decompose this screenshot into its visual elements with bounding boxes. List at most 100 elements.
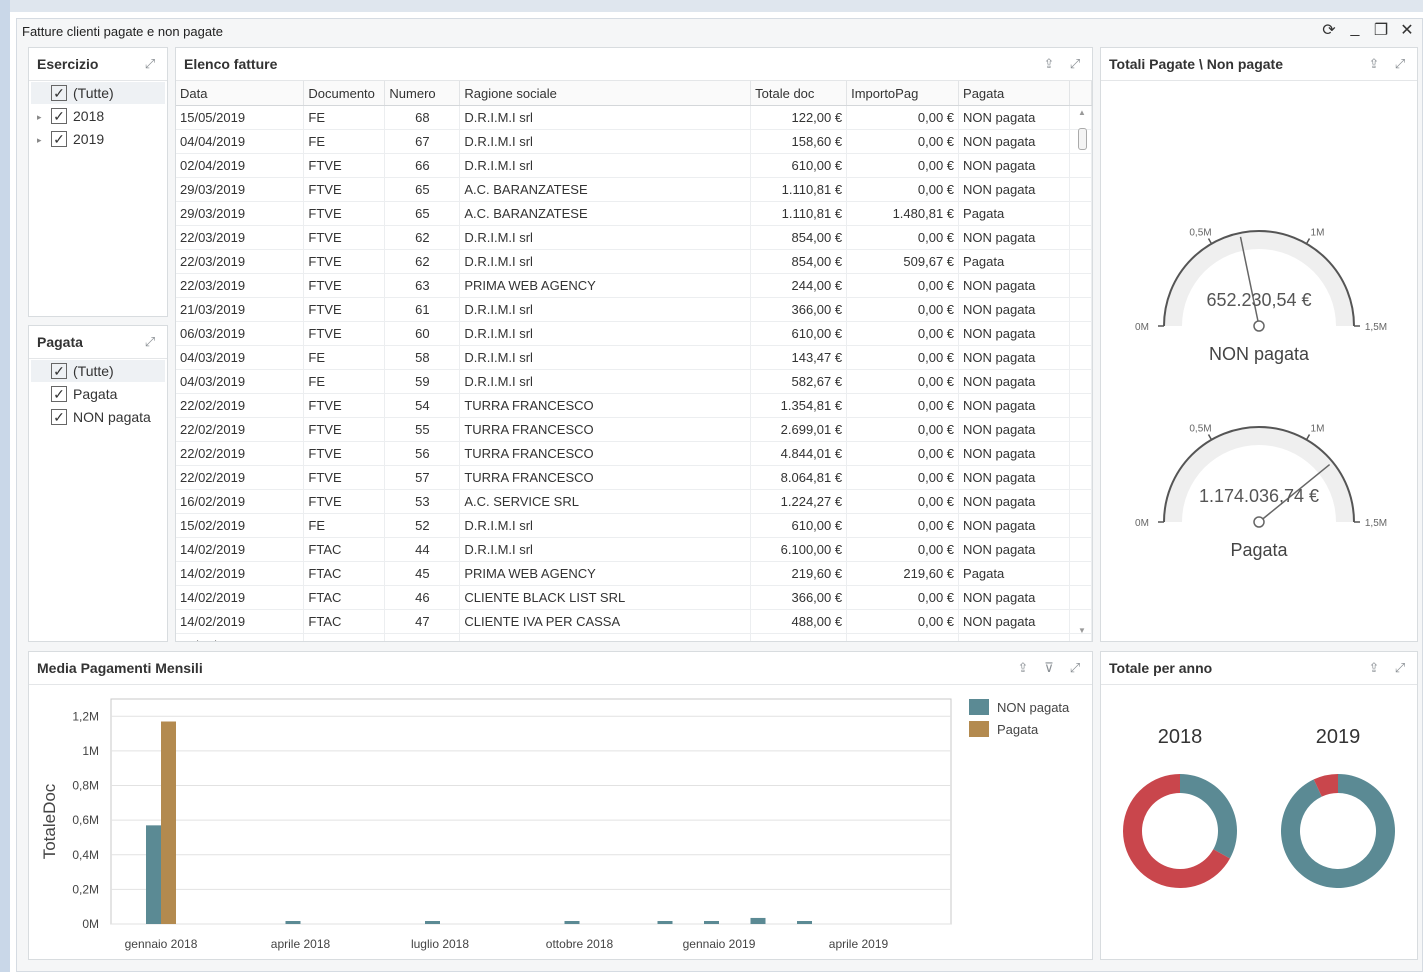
table-row[interactable]: 02/04/2019 FTVE 66 D.R.I.M.I srl 610,00 €0,0… (176, 153, 1092, 178)
bar-pagata[interactable] (161, 721, 176, 925)
checkbox[interactable]: ✓ (51, 108, 67, 124)
scroll-down-icon[interactable]: ▼ (1078, 626, 1086, 635)
table-cell: FTVE (303, 225, 386, 250)
gauge-band (1164, 427, 1354, 522)
table-row[interactable]: 14/02/2019 FTAC 45 PRIMA WEB AGENCY 219,60 €… (176, 561, 1092, 586)
table-row[interactable]: 22/03/2019 FTVE 63 PRIMA WEB AGENCY 244,00 €… (176, 273, 1092, 298)
table-row[interactable]: 04/04/2019 FE 67 D.R.I.M.I srl 158,60 €0,00 … (176, 129, 1092, 154)
maximize-icon[interactable]: ⤢ (1391, 55, 1409, 73)
bar-non-pagata[interactable] (704, 921, 719, 924)
expand-arrow-icon[interactable]: ▸ (37, 135, 42, 146)
column-header[interactable]: Ragione sociale (459, 81, 752, 106)
column-header[interactable]: Totale doc (750, 81, 848, 106)
table-cell: 1.110,81 € (750, 177, 848, 202)
gauge-tick-label: 0M (1135, 518, 1149, 529)
table-row[interactable]: 29/03/2019 FTVE 65 A.C. BARANZATESE 1.110,81… (176, 201, 1092, 226)
table-cell: 65 (384, 201, 461, 226)
checkbox[interactable]: ✓ (51, 409, 67, 425)
table-row[interactable]: 04/03/2019 FE 58 D.R.I.M.I srl 143,47 €0,00 … (176, 345, 1092, 370)
table-row[interactable]: 14/02/2019FTAC48CLIENTE IVA PER CASSA400… (176, 633, 1092, 641)
bar-non-pagata[interactable] (285, 921, 301, 924)
panel-header: Totali Pagate \ Non pagate ⇪ ⤢ (1101, 48, 1417, 81)
panel-header: Elenco fatture ⇪ ⤢ (176, 48, 1092, 81)
column-header[interactable]: Pagata (958, 81, 1070, 106)
table-row[interactable]: 29/03/2019 FTVE 65 A.C. BARANZATESE 1.110,81… (176, 177, 1092, 202)
table-cell: 6.100,00 € (750, 537, 848, 562)
table-row[interactable]: 22/03/2019 FTVE 62 D.R.I.M.I srl 854,00 €509… (176, 249, 1092, 274)
table-row[interactable]: 14/02/2019 FTAC 44 D.R.I.M.I srl 6.100,00 €0… (176, 537, 1092, 562)
scroll-up-icon[interactable]: ▲ (1078, 108, 1086, 117)
export-icon[interactable]: ⇪ (1365, 659, 1383, 677)
maximize-icon[interactable]: ⤢ (1391, 659, 1409, 677)
bar-non-pagata[interactable] (797, 921, 812, 924)
export-icon[interactable]: ⇪ (1040, 55, 1058, 73)
table-cell: NON pagata (958, 321, 1070, 346)
bar-non-pagata[interactable] (146, 825, 161, 924)
table-cell: 0,00 € (846, 225, 960, 250)
minimize-icon[interactable]: _ (1347, 20, 1363, 40)
bar-non-pagata[interactable] (750, 917, 766, 924)
table-cell: NON pagata (958, 369, 1070, 394)
filter-item-tutte[interactable]: ✓ (Tutte) (51, 85, 114, 101)
checkbox[interactable]: ✓ (51, 386, 67, 402)
table-row[interactable]: 22/03/2019 FTVE 62 D.R.I.M.I srl 854,00 €0,0… (176, 225, 1092, 250)
gauge-value: 652.230,54 € (1206, 290, 1311, 310)
table-cell: 4.844,01 € (750, 441, 848, 466)
table-row[interactable]: 06/03/2019 FTVE 60 D.R.I.M.I srl 610,00 €0,0… (176, 321, 1092, 346)
export-icon[interactable]: ⇪ (1014, 659, 1032, 677)
donut-slice[interactable] (1180, 774, 1237, 859)
clear-filter-icon[interactable]: ⊽ (1040, 659, 1058, 677)
expand-arrow-icon[interactable]: ▸ (37, 112, 42, 123)
restore-icon[interactable]: ❐ (1373, 20, 1389, 40)
table-row[interactable]: 22/02/2019 FTVE 55 TURRA FRANCESCO 2.699,01 … (176, 417, 1092, 442)
bar-non-pagata[interactable] (657, 921, 673, 924)
table-cell: NON pagata (958, 129, 1070, 154)
column-header[interactable]: Numero (384, 81, 461, 106)
filter-item-2019[interactable]: ✓ 2019 (51, 131, 104, 147)
table-cell: A.C. BARANZATESE (459, 201, 752, 226)
column-header[interactable]: ImportoPag (846, 81, 960, 106)
table-row[interactable]: 15/05/2019 FE 68 D.R.I.M.I srl 122,00 €0,00 … (176, 105, 1092, 130)
table-cell: 06/03/2019 (176, 321, 305, 346)
table-cell: 65 (384, 177, 461, 202)
table-cell: 2.699,01 € (750, 417, 848, 442)
maximize-icon[interactable]: ⤢ (1066, 55, 1084, 73)
scrollbar-thumb[interactable] (1078, 128, 1087, 150)
table-cell: 22/02/2019 (176, 465, 305, 490)
table-row[interactable]: 04/03/2019 FE 59 D.R.I.M.I srl 582,67 €0,00 … (176, 369, 1092, 394)
table-cell: TURRA FRANCESCO (459, 393, 752, 418)
filter-item-pagata[interactable]: ✓ Pagata (51, 386, 117, 402)
table-row[interactable]: 22/02/2019 FTVE 56 TURRA FRANCESCO 4.844,01 … (176, 441, 1092, 466)
table-cell: 16/02/2019 (176, 489, 305, 514)
checkbox[interactable]: ✓ (51, 363, 67, 379)
close-icon[interactable]: ✕ (1399, 20, 1415, 40)
table-row[interactable]: 15/02/2019 FE 52 D.R.I.M.I srl 610,00 €0,00 … (176, 513, 1092, 538)
table-row[interactable]: 21/03/2019 FTVE 61 D.R.I.M.I srl 366,00 €0,0… (176, 297, 1092, 322)
export-icon[interactable]: ⇪ (1365, 55, 1383, 73)
maximize-icon[interactable]: ⤢ (141, 333, 159, 351)
filter-item-tutte[interactable]: ✓ (Tutte) (51, 363, 114, 379)
table-cell: D.R.I.M.I srl (459, 297, 752, 322)
filter-item-non-pagata[interactable]: ✓ NON pagata (51, 409, 151, 425)
refresh-icon[interactable]: ⟳ (1321, 20, 1337, 40)
bar-non-pagata[interactable] (425, 921, 440, 924)
maximize-icon[interactable]: ⤢ (1066, 659, 1084, 677)
table-cell: FTAC (303, 585, 386, 610)
table-cell: D.R.I.M.I srl (459, 249, 752, 274)
filter-item-2018[interactable]: ✓ 2018 (51, 108, 104, 124)
table-row[interactable]: 16/02/2019 FTVE 53 A.C. SERVICE SRL 1.224,27… (176, 489, 1092, 514)
table-row[interactable]: 14/02/2019 FTAC 46 CLIENTE BLACK LIST SRL 36… (176, 585, 1092, 610)
vertical-scrollbar[interactable]: ▲ ▼ (1076, 108, 1088, 641)
table-row[interactable]: 14/02/2019 FTAC 47 CLIENTE IVA PER CASSA 488… (176, 609, 1092, 634)
table-cell: 0,00 € (846, 489, 960, 514)
table-row[interactable]: 22/02/2019 FTVE 57 TURRA FRANCESCO 8.064,81 … (176, 465, 1092, 490)
table-row[interactable]: 22/02/2019 FTVE 54 TURRA FRANCESCO 1.354,81 … (176, 393, 1092, 418)
x-tick-label: luglio 2018 (411, 937, 469, 951)
bar-non-pagata[interactable] (564, 921, 580, 924)
column-header[interactable]: Data (176, 81, 305, 106)
maximize-icon[interactable]: ⤢ (141, 55, 159, 73)
checkbox[interactable]: ✓ (51, 85, 67, 101)
gauge-tick-label: 1M (1311, 424, 1325, 435)
checkbox[interactable]: ✓ (51, 131, 67, 147)
column-header[interactable]: Documento (303, 81, 386, 106)
